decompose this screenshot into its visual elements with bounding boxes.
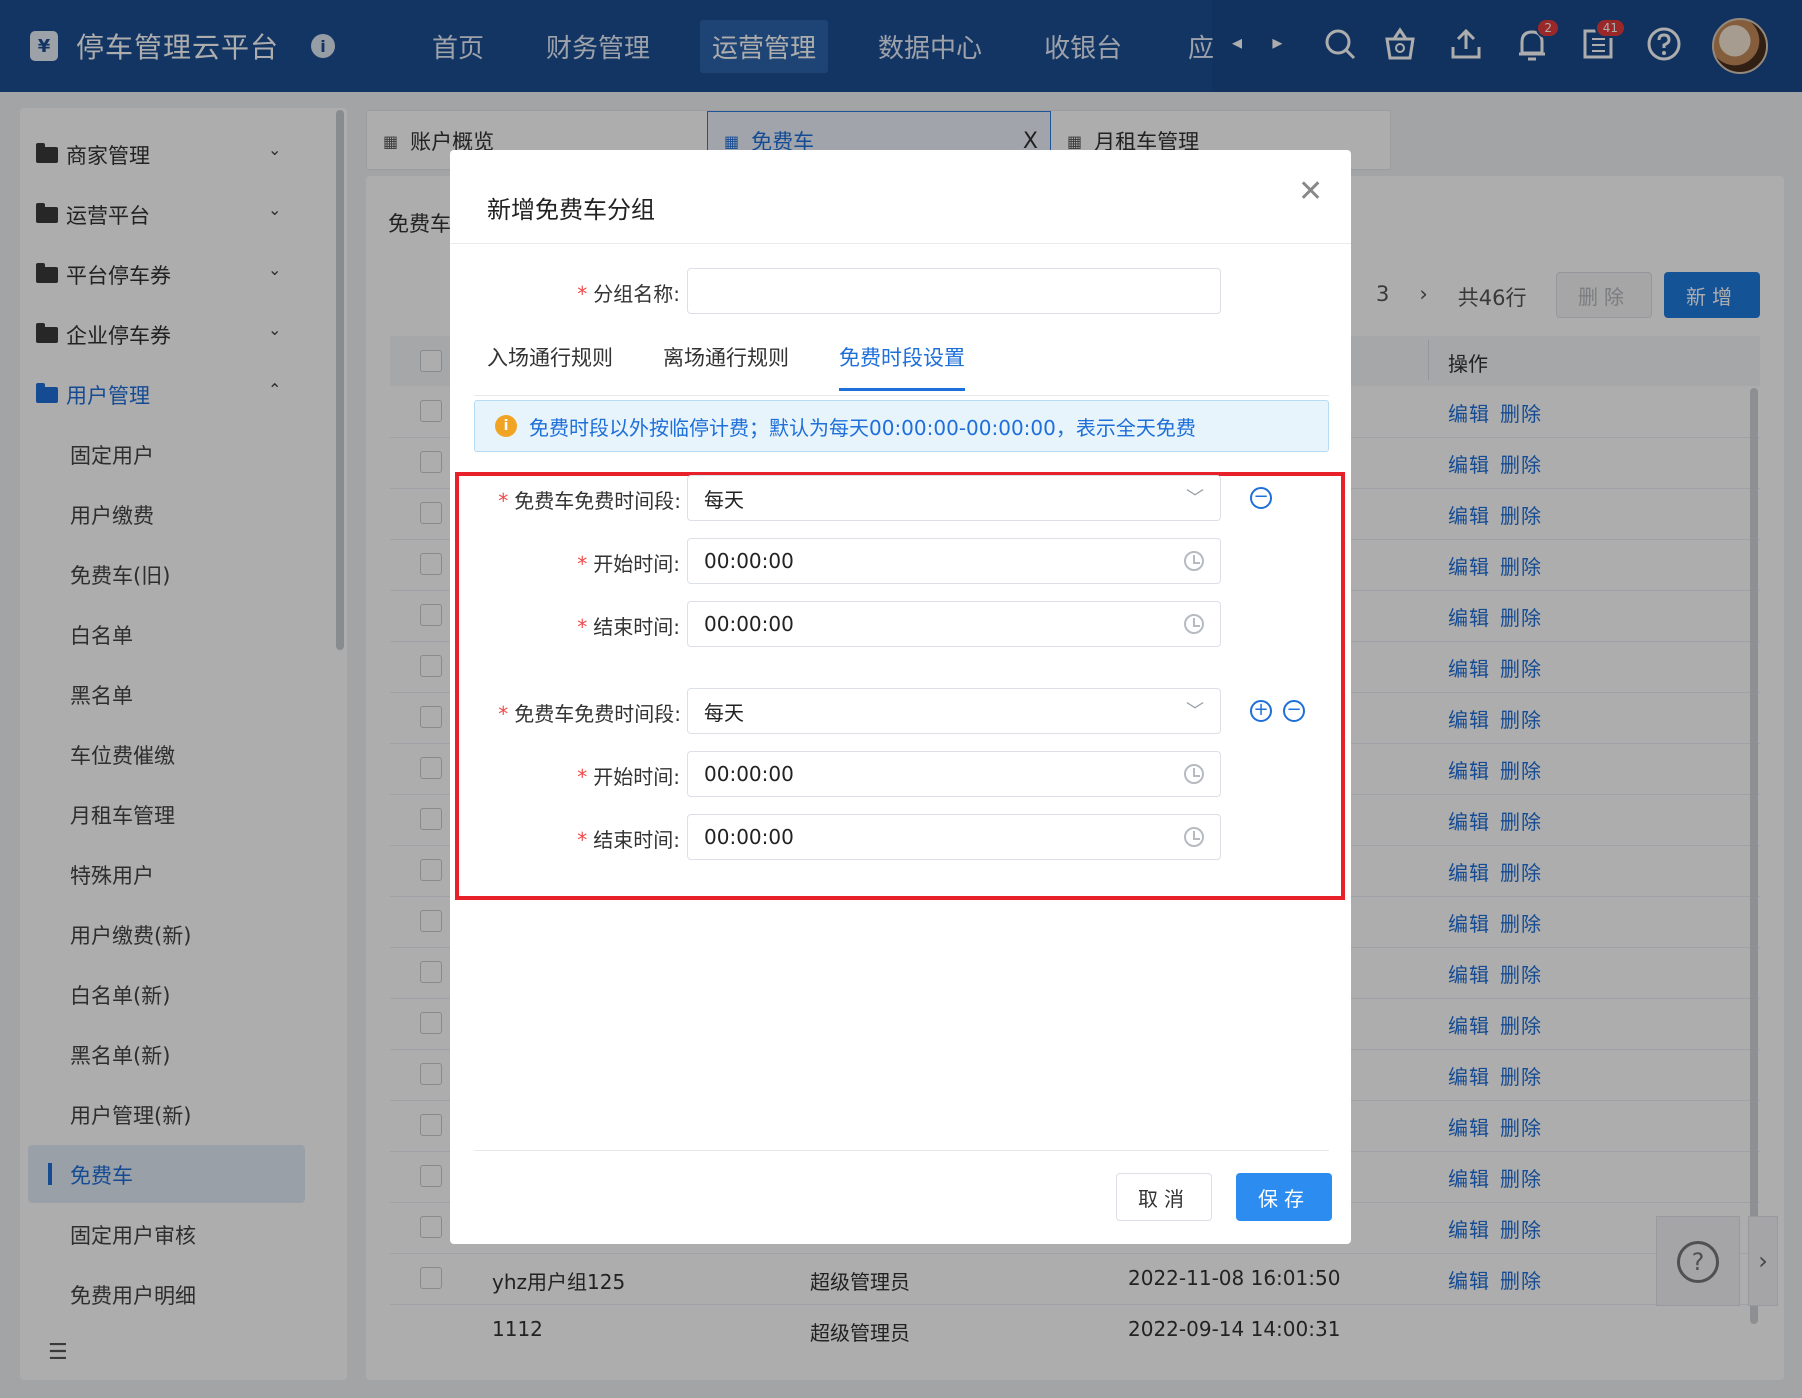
warning-icon: i bbox=[495, 415, 517, 437]
divider bbox=[450, 243, 1351, 244]
period-label: * 免费车免费时间段: bbox=[498, 489, 681, 513]
end-time-label: * 结束时间: bbox=[577, 828, 680, 852]
clock-icon bbox=[1184, 764, 1204, 784]
period-select[interactable]: 每天 ﹀ bbox=[687, 475, 1221, 521]
save-button[interactable]: 保存 bbox=[1236, 1173, 1332, 1221]
tab-entry-rules[interactable]: 入场通行规则 bbox=[487, 342, 613, 391]
info-alert: i 免费时段以外按临停计费；默认为每天00:00:00-00:00:00，表示全… bbox=[474, 400, 1329, 452]
clock-icon bbox=[1184, 827, 1204, 847]
group-name-label: * 分组名称: bbox=[577, 282, 680, 306]
cancel-button[interactable]: 取消 bbox=[1116, 1173, 1212, 1221]
start-time-label: * 开始时间: bbox=[577, 552, 680, 576]
dialog-tabs: 入场通行规则 离场通行规则 免费时段设置 bbox=[487, 342, 1015, 391]
chevron-down-icon: ﹀ bbox=[1186, 488, 1204, 509]
end-time-label: * 结束时间: bbox=[577, 615, 680, 639]
remove-period-icon[interactable]: − bbox=[1250, 487, 1272, 509]
add-period-icon[interactable]: + bbox=[1250, 700, 1272, 722]
tab-free-period-settings[interactable]: 免费时段设置 bbox=[839, 342, 965, 391]
tabs-underline bbox=[474, 395, 1329, 396]
remove-period-icon[interactable]: − bbox=[1283, 700, 1305, 722]
tab-exit-rules[interactable]: 离场通行规则 bbox=[663, 342, 789, 391]
add-free-car-group-dialog: 新增免费车分组 ✕ * 分组名称: 入场通行规则 离场通行规则 免费时段设置 i … bbox=[450, 150, 1351, 1244]
group-name-input[interactable] bbox=[687, 268, 1221, 314]
period-select[interactable]: 每天 ﹀ bbox=[687, 688, 1221, 734]
clock-icon bbox=[1184, 551, 1204, 571]
end-time-input[interactable]: 00:00:00 bbox=[687, 601, 1221, 647]
divider bbox=[474, 1150, 1329, 1151]
period-label: * 免费车免费时间段: bbox=[498, 702, 681, 726]
start-time-input[interactable]: 00:00:00 bbox=[687, 751, 1221, 797]
alert-text: 免费时段以外按临停计费；默认为每天00:00:00-00:00:00，表示全天免… bbox=[529, 415, 1196, 440]
start-time-label: * 开始时间: bbox=[577, 765, 680, 789]
start-time-input[interactable]: 00:00:00 bbox=[687, 538, 1221, 584]
close-icon[interactable]: ✕ bbox=[1298, 174, 1323, 209]
dialog-title: 新增免费车分组 bbox=[487, 196, 655, 224]
end-time-input[interactable]: 00:00:00 bbox=[687, 814, 1221, 860]
clock-icon bbox=[1184, 614, 1204, 634]
chevron-down-icon: ﹀ bbox=[1186, 701, 1204, 722]
